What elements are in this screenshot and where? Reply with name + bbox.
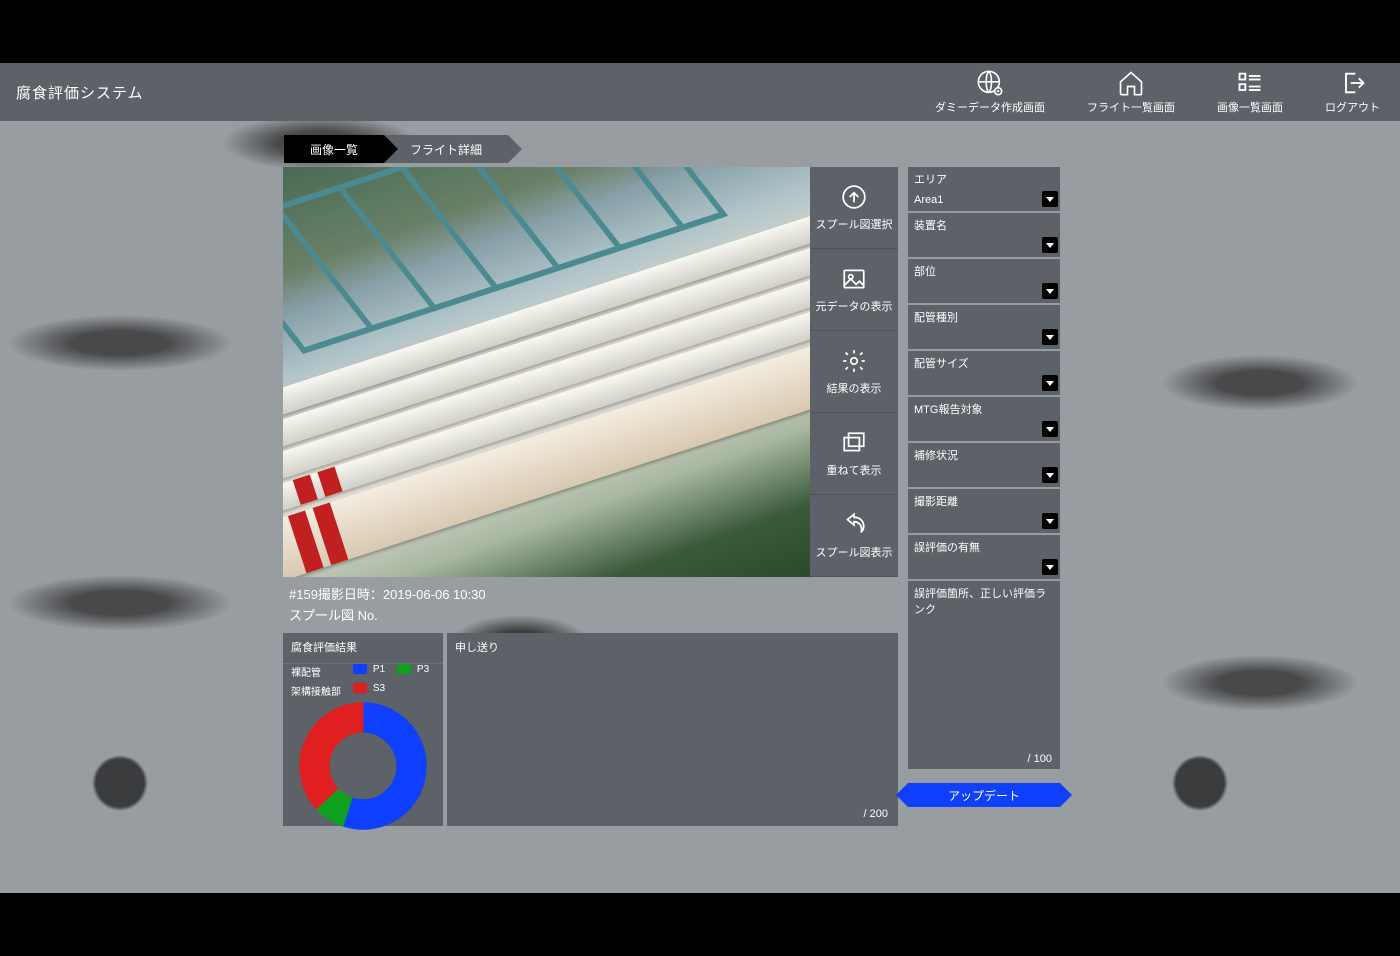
tool-result-view[interactable]: 結果の表示 xyxy=(810,331,898,413)
chevron-down-icon xyxy=(1042,283,1058,299)
inspection-image[interactable] xyxy=(283,167,810,577)
nav-label: フライト一覧画面 xyxy=(1087,99,1175,115)
update-button[interactable]: アップデート xyxy=(908,783,1060,807)
image-metadata: #159撮影日時：2019-06-06 10:30 スプール図 No. xyxy=(289,585,486,627)
field-label: 配管種別 xyxy=(908,305,1060,327)
nav-label: ダミーデータ作成画面 xyxy=(935,99,1045,115)
chart-legend: 裸配管 P1 P3 架構接触部 S3 xyxy=(283,664,443,698)
field-select-5[interactable] xyxy=(908,419,1060,441)
field-select-7[interactable] xyxy=(908,511,1060,533)
panel-title: 申し送り xyxy=(447,633,898,661)
chevron-down-icon xyxy=(1042,421,1058,437)
tab-image-list[interactable]: 画像一覧 xyxy=(284,135,384,163)
field-label: エリア xyxy=(908,167,1060,189)
field-select-6[interactable] xyxy=(908,465,1060,487)
field-select-4[interactable] xyxy=(908,373,1060,395)
field-label: 撮影距離 xyxy=(908,489,1060,511)
comment-textarea[interactable]: / 100 xyxy=(908,619,1060,769)
field-select-0[interactable]: Area1 xyxy=(908,189,1060,211)
chevron-down-icon xyxy=(1042,191,1058,207)
field-select-3[interactable] xyxy=(908,327,1060,349)
swatch-p3 xyxy=(397,664,411,674)
field-label: 装置名 xyxy=(908,213,1060,235)
nav-flight-list[interactable]: フライト一覧画面 xyxy=(1087,69,1175,115)
logout-icon xyxy=(1339,69,1367,97)
header-nav: ダミーデータ作成画面 フライト一覧画面 画像一覧画面 ログアウト xyxy=(935,69,1380,115)
chevron-down-icon xyxy=(1042,513,1058,529)
header-bar: 腐食評価システム ダミーデータ作成画面 フライト一覧画面 画像一覧画面 ログアウ… xyxy=(0,63,1400,121)
home-icon xyxy=(1117,69,1145,97)
panel-title: 腐食評価結果 xyxy=(283,633,443,664)
properties-panel: エリア Area1 装置名部位配管種別配管サイズ MTG報告対象補修状況撮影距離誤評価… xyxy=(908,167,1060,807)
spool-number: スプール図 No. xyxy=(289,606,486,627)
field-select-8[interactable] xyxy=(908,557,1060,579)
tool-spool-view[interactable]: スプール図表示 xyxy=(810,495,898,577)
chevron-down-icon xyxy=(1042,467,1058,483)
image-icon xyxy=(841,266,867,292)
field-select-2[interactable] xyxy=(908,281,1060,303)
nav-label: 画像一覧画面 xyxy=(1217,99,1283,115)
field-label: 補修状況 xyxy=(908,443,1060,465)
app-title: 腐食評価システム xyxy=(16,82,144,103)
swatch-p1 xyxy=(353,664,367,674)
swatch-s3 xyxy=(353,683,367,693)
nav-image-list[interactable]: 画像一覧画面 xyxy=(1217,69,1283,115)
grid-icon xyxy=(1236,69,1264,97)
tab-flight-detail[interactable]: フライト詳細 xyxy=(384,135,508,163)
nav-logout[interactable]: ログアウト xyxy=(1325,69,1380,115)
donut-chart xyxy=(299,702,427,830)
corrosion-result-panel: 腐食評価結果 裸配管 P1 P3 架構接触部 S3 xyxy=(283,633,443,826)
tabs: 画像一覧 フライト詳細 xyxy=(284,135,508,163)
field-label-comment: 誤評価箇所、正しい評価ランク xyxy=(908,581,1060,619)
field-label: 配管サイズ xyxy=(908,351,1060,373)
tool-spool-select[interactable]: スプール図選択 xyxy=(810,167,898,249)
gear-icon xyxy=(841,348,867,374)
field-label: 部位 xyxy=(908,259,1060,281)
globe-icon xyxy=(976,69,1004,97)
notes-panel[interactable]: 申し送り / 200 xyxy=(447,633,898,826)
chevron-down-icon xyxy=(1042,559,1058,575)
nav-label: ログアウト xyxy=(1325,99,1380,115)
char-counter: / 200 xyxy=(864,808,888,820)
layers-icon xyxy=(841,430,867,456)
chevron-down-icon xyxy=(1042,237,1058,253)
tool-overlay[interactable]: 重ねて表示 xyxy=(810,413,898,495)
chevron-down-icon xyxy=(1042,375,1058,391)
char-counter: / 100 xyxy=(1028,753,1052,765)
field-select-1[interactable] xyxy=(908,235,1060,257)
field-label: MTG報告対象 xyxy=(908,397,1060,419)
field-value: Area1 xyxy=(914,194,943,206)
side-toolbar: スプール図選択 元データの表示 結果の表示 重ねて表示 スプール図表示 xyxy=(810,167,898,577)
field-label: 誤評価の有無 xyxy=(908,535,1060,557)
upload-icon xyxy=(841,184,867,210)
chevron-down-icon xyxy=(1042,329,1058,345)
capture-datetime: #159撮影日時：2019-06-06 10:30 xyxy=(289,585,486,606)
tool-source-data[interactable]: 元データの表示 xyxy=(810,249,898,331)
nav-dummy-data[interactable]: ダミーデータ作成画面 xyxy=(935,69,1045,115)
undo-icon xyxy=(841,512,867,538)
